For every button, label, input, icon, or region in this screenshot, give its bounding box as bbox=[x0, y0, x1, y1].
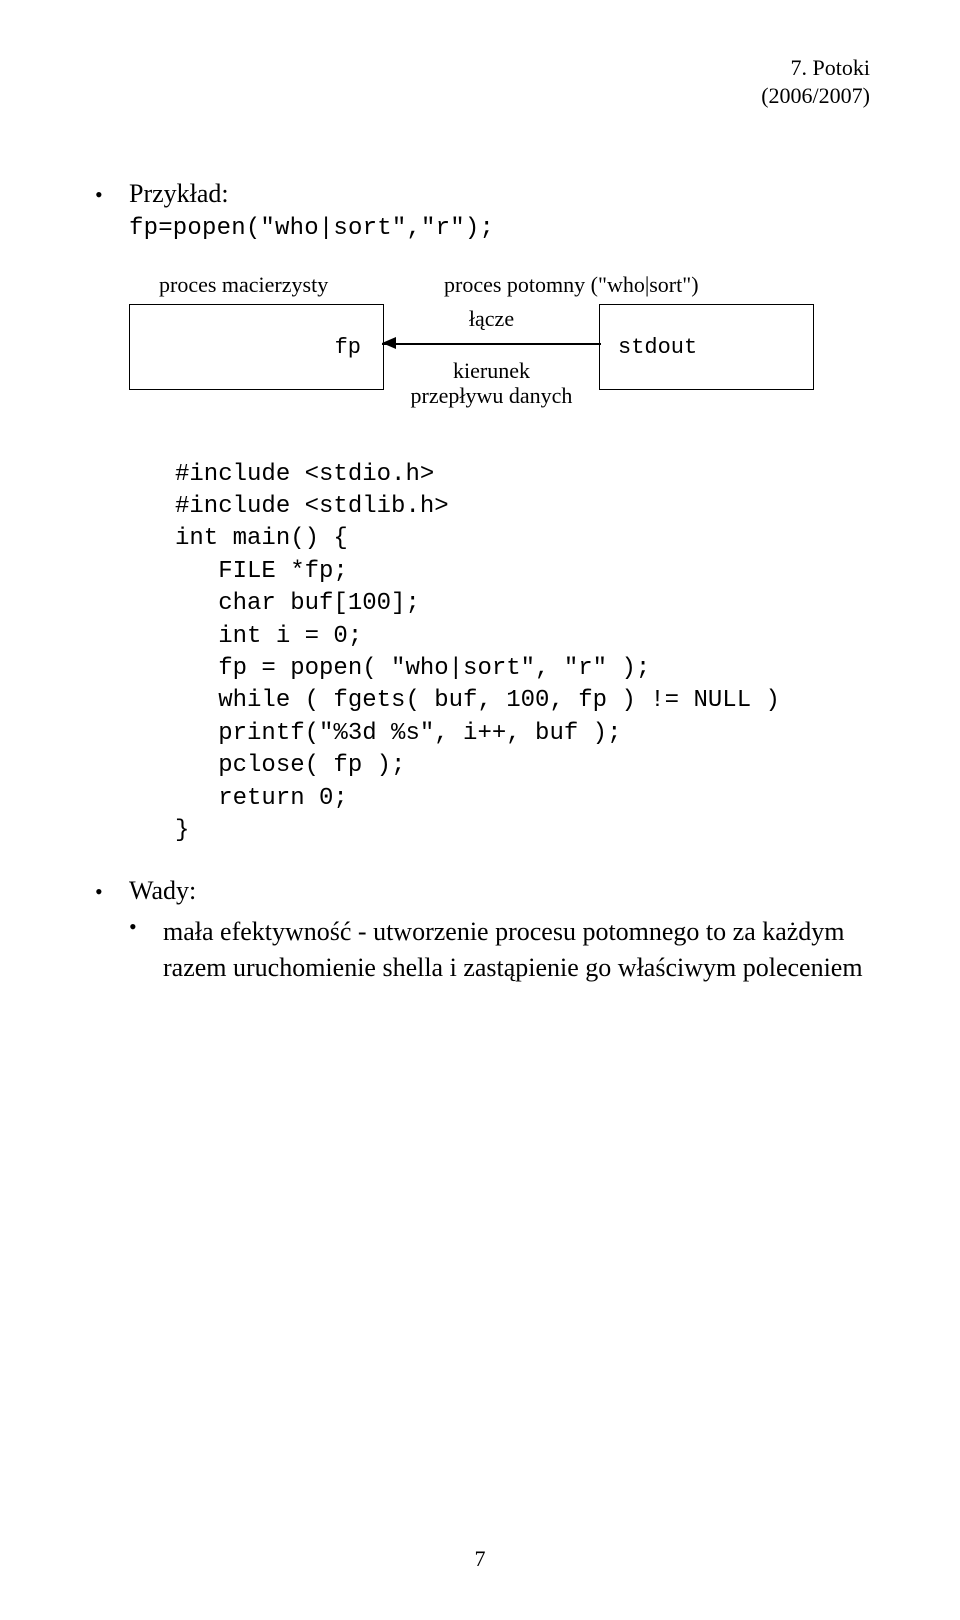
diagram-labels-row: proces macierzysty proces potomny ("who|… bbox=[129, 272, 819, 298]
stdout-label: stdout bbox=[618, 335, 697, 360]
header-title: 7. Potoki bbox=[761, 54, 870, 82]
wady-item: • mała efektywność - utworzenie procesu … bbox=[129, 914, 870, 984]
child-box: stdout bbox=[599, 304, 814, 390]
bullet-dot-icon: • bbox=[95, 182, 129, 206]
example-label: Przykład: bbox=[129, 176, 229, 211]
kierunek-label: kierunek przepływu danych bbox=[411, 358, 573, 409]
bullet-dot-icon: • bbox=[129, 914, 163, 938]
page-number: 7 bbox=[0, 1546, 960, 1572]
pipe-diagram: proces macierzysty proces potomny ("who|… bbox=[129, 272, 819, 409]
example-bullet: • Przykład: bbox=[95, 176, 870, 211]
fp-label: fp bbox=[335, 335, 361, 360]
wady-heading: Wady: bbox=[129, 873, 196, 908]
example-code-line: fp=popen("who|sort","r"); bbox=[129, 215, 870, 242]
page: 7. Potoki (2006/2007) • Przykład: fp=pop… bbox=[0, 0, 960, 1620]
child-process-label: proces potomny ("who|sort") bbox=[444, 272, 699, 297]
parent-box: fp bbox=[129, 304, 384, 390]
page-content: • Przykład: fp=popen("who|sort","r"); pr… bbox=[95, 176, 870, 985]
pipe-middle: łącze kierunek przepływu danych bbox=[384, 304, 599, 409]
code-listing: #include <stdio.h> #include <stdlib.h> i… bbox=[175, 459, 870, 848]
wady-item-text: mała efektywność - utworzenie procesu po… bbox=[163, 914, 863, 984]
bullet-dot-icon: • bbox=[95, 879, 129, 903]
diagram-boxes-row: fp łącze kierunek przepływu danych stdou… bbox=[129, 304, 819, 409]
parent-process-label: proces macierzysty bbox=[129, 272, 444, 298]
page-header: 7. Potoki (2006/2007) bbox=[761, 54, 870, 109]
lacze-label: łącze bbox=[469, 306, 514, 332]
arrow-icon bbox=[384, 336, 599, 352]
header-year: (2006/2007) bbox=[761, 82, 870, 110]
wady-bullet: • Wady: bbox=[95, 873, 870, 908]
